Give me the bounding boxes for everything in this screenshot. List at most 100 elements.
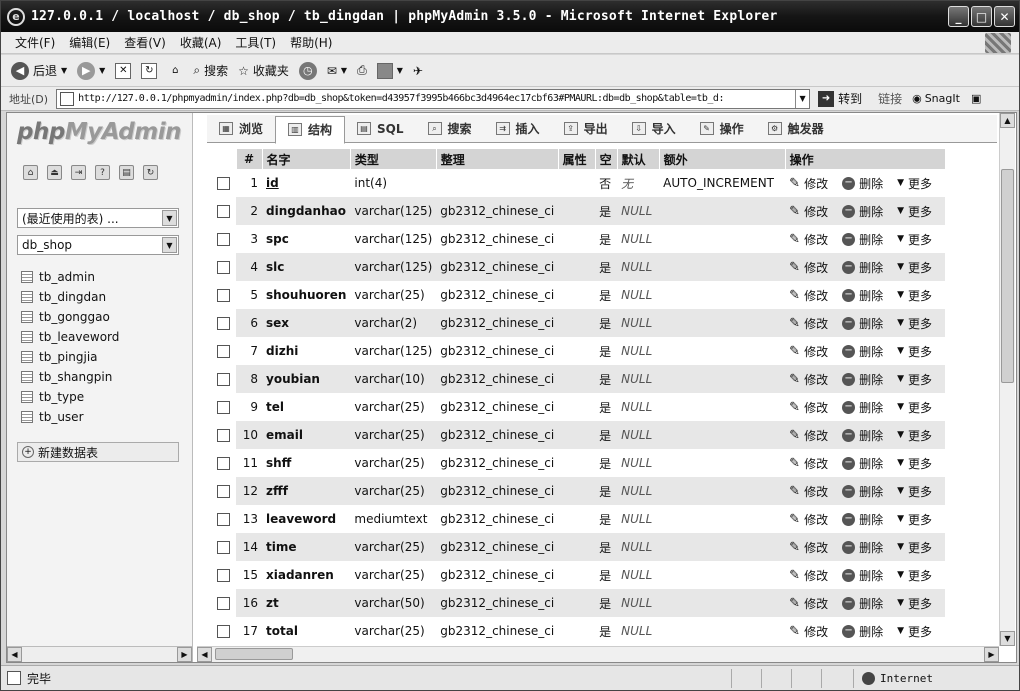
col-header-extra[interactable]: 额外 (659, 149, 786, 169)
drop-link[interactable]: 删除 (859, 175, 883, 192)
more-dropdown-icon[interactable]: ▼ (897, 374, 904, 384)
sidebar-table-item[interactable]: tb_user (21, 407, 119, 427)
more-link[interactable]: 更多 (908, 231, 932, 248)
scroll-up-icon[interactable]: ▲ (1000, 113, 1015, 128)
edit-link[interactable]: 修改 (804, 343, 828, 360)
edit-link[interactable]: 修改 (804, 623, 828, 640)
help-icon[interactable]: ? (95, 165, 110, 180)
more-dropdown-icon[interactable]: ▼ (897, 318, 904, 328)
more-dropdown-icon[interactable]: ▼ (897, 178, 904, 188)
more-link[interactable]: 更多 (908, 539, 932, 556)
drop-icon[interactable]: − (842, 596, 856, 610)
database-select[interactable]: db_shop ▼ (17, 235, 179, 255)
pencil-icon[interactable]: ✎ (789, 540, 800, 555)
tab-export[interactable]: ⇪ 导出 (552, 116, 620, 142)
scroll-right-icon[interactable]: ▶ (984, 647, 999, 662)
drop-link[interactable]: 删除 (859, 259, 883, 276)
history-button[interactable]: ◷ (298, 61, 317, 80)
drop-icon[interactable]: − (842, 204, 856, 218)
snagit-button[interactable]: ◉ SnagIt ▣ (912, 92, 981, 105)
pencil-icon[interactable]: ✎ (789, 512, 800, 527)
more-link[interactable]: 更多 (908, 483, 932, 500)
pencil-icon[interactable]: ✎ (789, 456, 800, 471)
edit-page-button[interactable]: ▼ (376, 62, 403, 79)
drop-link[interactable]: 删除 (859, 343, 883, 360)
row-checkbox[interactable] (216, 261, 230, 274)
drop-link[interactable]: 删除 (859, 595, 883, 612)
home-button[interactable]: ⌂ (167, 63, 183, 79)
more-link[interactable]: 更多 (908, 567, 932, 584)
scroll-left-icon[interactable]: ◀ (197, 647, 212, 662)
drop-icon[interactable]: − (842, 344, 856, 358)
sidebar-table-item[interactable]: tb_leaveword (21, 327, 119, 347)
edit-link[interactable]: 修改 (804, 371, 828, 388)
pencil-icon[interactable]: ✎ (789, 176, 800, 191)
edit-link[interactable]: 修改 (804, 175, 828, 192)
pencil-icon[interactable]: ✎ (789, 400, 800, 415)
edit-link[interactable]: 修改 (804, 483, 828, 500)
drop-icon[interactable]: − (842, 456, 856, 470)
go-button[interactable]: ➜ 转到 (818, 90, 862, 107)
drop-icon[interactable]: − (842, 288, 856, 302)
tab-operations[interactable]: ✎ 操作 (688, 116, 756, 142)
drop-icon[interactable]: − (842, 176, 856, 190)
pencil-icon[interactable]: ✎ (789, 596, 800, 611)
drop-icon[interactable]: − (842, 260, 856, 274)
drop-icon[interactable]: − (842, 316, 856, 330)
close-button[interactable]: ✕ (994, 6, 1015, 27)
col-header-attributes[interactable]: 属性 (558, 149, 596, 169)
edit-link[interactable]: 修改 (804, 259, 828, 276)
drop-link[interactable]: 删除 (859, 511, 883, 528)
row-checkbox[interactable] (216, 317, 230, 330)
drop-icon[interactable]: − (842, 568, 856, 582)
col-header-type[interactable]: 类型 (350, 149, 437, 169)
tab-structure[interactable]: ▥ 结构 (275, 115, 346, 144)
more-dropdown-icon[interactable]: ▼ (897, 514, 904, 524)
more-dropdown-icon[interactable]: ▼ (897, 486, 904, 496)
horizontal-scrollbar[interactable]: ◀ ▶ (197, 646, 999, 662)
menu-view[interactable]: 查看(V) (124, 34, 166, 51)
drop-link[interactable]: 删除 (859, 427, 883, 444)
edit-link[interactable]: 修改 (804, 455, 828, 472)
stop-button[interactable]: ✕ (115, 62, 132, 79)
row-checkbox[interactable] (216, 205, 230, 218)
tab-sql[interactable]: ▤ SQL (345, 116, 416, 142)
sidebar-horizontal-scrollbar[interactable]: ◀ ▶ (7, 646, 192, 662)
drop-link[interactable]: 删除 (859, 371, 883, 388)
new-table-button[interactable]: + 新建数据表 (17, 442, 179, 462)
drop-link[interactable]: 删除 (859, 623, 883, 640)
pencil-icon[interactable]: ✎ (789, 260, 800, 275)
drop-link[interactable]: 删除 (859, 455, 883, 472)
drop-icon[interactable]: − (842, 624, 856, 638)
pencil-icon[interactable]: ✎ (789, 624, 800, 639)
more-dropdown-icon[interactable]: ▼ (897, 262, 904, 272)
tab-search[interactable]: ⌕ 搜索 (416, 116, 484, 142)
row-checkbox[interactable] (216, 541, 230, 554)
drop-link[interactable]: 删除 (859, 315, 883, 332)
messenger-button[interactable]: ✈ (413, 64, 423, 78)
address-input[interactable]: http://127.0.0.1/phpmyadmin/index.php?db… (56, 88, 811, 109)
drop-icon[interactable]: − (842, 400, 856, 414)
col-header-number[interactable]: # (236, 149, 263, 169)
pencil-icon[interactable]: ✎ (789, 428, 800, 443)
row-checkbox[interactable] (216, 625, 230, 638)
more-dropdown-icon[interactable]: ▼ (897, 290, 904, 300)
row-checkbox[interactable] (216, 429, 230, 442)
pencil-icon[interactable]: ✎ (789, 288, 800, 303)
edit-link[interactable]: 修改 (804, 399, 828, 416)
row-checkbox[interactable] (216, 485, 230, 498)
row-checkbox[interactable] (216, 597, 230, 610)
more-link[interactable]: 更多 (908, 315, 932, 332)
edit-link[interactable]: 修改 (804, 231, 828, 248)
more-link[interactable]: 更多 (908, 203, 932, 220)
more-dropdown-icon[interactable]: ▼ (897, 206, 904, 216)
drop-icon[interactable]: − (842, 372, 856, 386)
pencil-icon[interactable]: ✎ (789, 568, 800, 583)
edit-link[interactable]: 修改 (804, 287, 828, 304)
mail-button[interactable]: ✉ ▼ (327, 64, 347, 78)
more-link[interactable]: 更多 (908, 259, 932, 276)
sidebar-table-item[interactable]: tb_type (21, 387, 119, 407)
row-checkbox[interactable] (216, 289, 230, 302)
sidebar-table-item[interactable]: tb_admin (21, 267, 119, 287)
scroll-thumb[interactable] (1001, 169, 1014, 383)
